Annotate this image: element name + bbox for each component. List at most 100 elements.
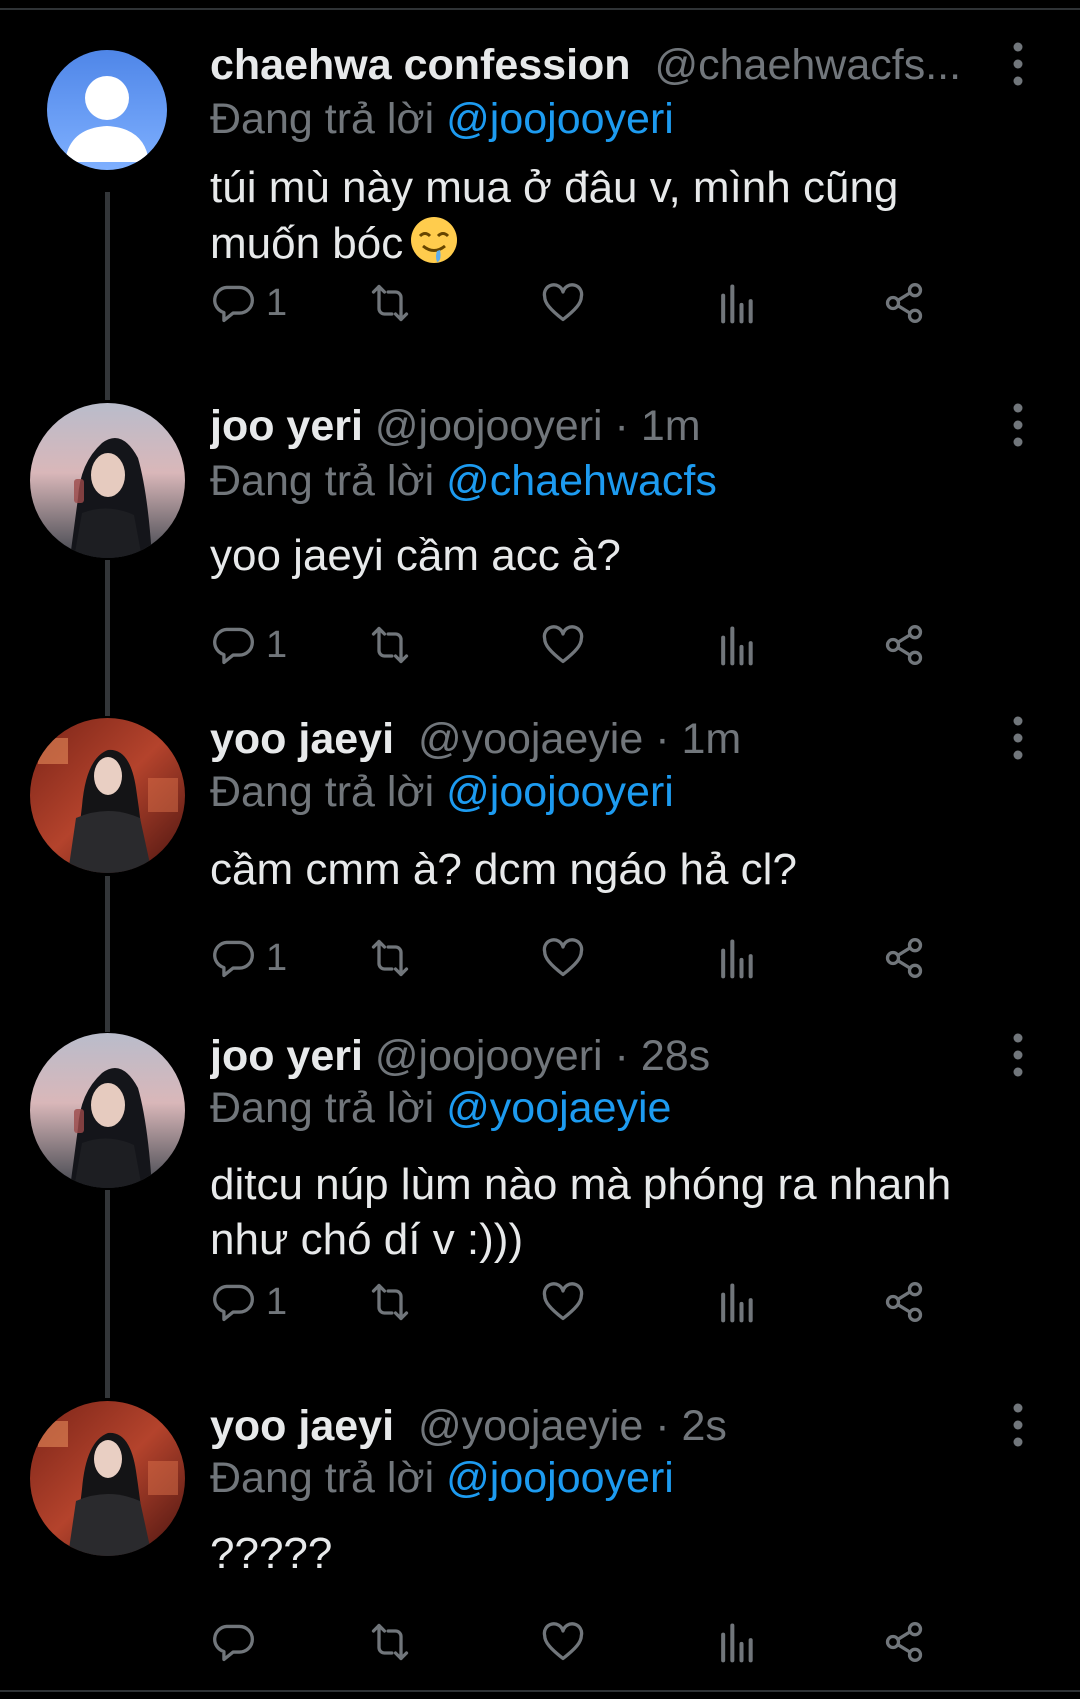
mention-link[interactable]: @joojooyeri bbox=[446, 768, 674, 816]
user-handle[interactable]: @yoojaeyie bbox=[418, 1402, 643, 1450]
tweet-actions: 1 bbox=[212, 273, 1012, 333]
retweet-button[interactable] bbox=[366, 1612, 414, 1672]
avatar[interactable] bbox=[30, 1401, 185, 1556]
mention-link[interactable]: @chaehwacfs bbox=[446, 457, 717, 505]
tweet-text: yoo jaeyi cầm acc à? bbox=[210, 528, 1010, 583]
avatar[interactable] bbox=[30, 403, 185, 558]
user-handle[interactable]: @chaehwacfs... bbox=[654, 41, 961, 89]
separator-dot: · bbox=[655, 1402, 670, 1450]
tweet-text-line: yoo jaeyi cầm acc à? bbox=[210, 531, 621, 580]
tweet-text-line: ????? bbox=[210, 1529, 333, 1578]
replying-to-label: Đang trả lời bbox=[210, 1084, 435, 1132]
like-button[interactable] bbox=[540, 273, 586, 333]
default-avatar-icon bbox=[47, 50, 167, 170]
heart-icon bbox=[542, 1622, 584, 1661]
views-button[interactable] bbox=[716, 615, 756, 675]
retweet-button[interactable] bbox=[366, 615, 414, 675]
display-name[interactable]: chaehwa confession bbox=[210, 41, 631, 89]
reply-thread: chaehwa confession @chaehwacfs... Đang t… bbox=[0, 0, 1080, 1699]
bar-chart-icon bbox=[721, 1283, 753, 1323]
drooling-face-emoji-icon bbox=[409, 215, 459, 278]
avatar[interactable] bbox=[30, 718, 185, 873]
heart-icon bbox=[542, 938, 584, 977]
display-name[interactable]: yoo jaeyi bbox=[210, 1402, 394, 1450]
user-handle[interactable]: @joojooyeri bbox=[375, 1032, 603, 1080]
replying-to: Đang trả lời @yoojaeyie bbox=[210, 1079, 671, 1137]
retweet-icon bbox=[371, 626, 409, 664]
tweet-header: joo yeri @joojooyeri · 1m bbox=[210, 396, 1000, 456]
timestamp[interactable]: 1m bbox=[641, 402, 701, 450]
yoo-jaeyi-avatar-photo bbox=[30, 718, 185, 873]
more-options-icon[interactable] bbox=[1003, 1398, 1033, 1454]
joo-yeri-avatar-photo bbox=[30, 403, 185, 558]
share-button[interactable] bbox=[880, 928, 928, 988]
yoo-jaeyi-avatar-photo bbox=[30, 1401, 185, 1556]
tweet-text-line: cầm cmm à? dcm ngáo hả cl? bbox=[210, 845, 797, 894]
retweet-button[interactable] bbox=[366, 928, 414, 988]
timestamp[interactable]: 1m bbox=[682, 715, 742, 763]
display-name[interactable]: joo yeri bbox=[210, 1032, 363, 1080]
retweet-icon bbox=[371, 1623, 409, 1661]
avatar[interactable] bbox=[47, 50, 167, 170]
separator-dot: · bbox=[614, 1032, 629, 1080]
more-options-icon[interactable] bbox=[1003, 711, 1033, 767]
share-button[interactable] bbox=[880, 1272, 928, 1332]
like-button[interactable] bbox=[540, 1612, 586, 1672]
mention-link[interactable]: @joojooyeri bbox=[446, 1454, 674, 1502]
retweet-button[interactable] bbox=[366, 273, 414, 333]
tweet-header: chaehwa confession @chaehwacfs... bbox=[210, 35, 1000, 95]
reply-button[interactable]: 1 bbox=[212, 273, 287, 333]
reply-button[interactable]: 1 bbox=[212, 928, 287, 988]
like-button[interactable] bbox=[540, 928, 586, 988]
user-handle[interactable]: @joojooyeri bbox=[375, 402, 603, 450]
tweet-actions: 1 bbox=[212, 615, 1012, 675]
like-button[interactable] bbox=[540, 615, 586, 675]
reply-count: 1 bbox=[266, 623, 288, 666]
like-button[interactable] bbox=[540, 1272, 586, 1332]
reply-button[interactable] bbox=[212, 1612, 266, 1672]
more-options-icon[interactable] bbox=[1003, 398, 1033, 454]
reply-count: 1 bbox=[266, 936, 288, 979]
share-button[interactable] bbox=[880, 273, 928, 333]
replying-to-label: Đang trả lời bbox=[210, 768, 435, 816]
share-button[interactable] bbox=[880, 615, 928, 675]
tweet-text-line: muốn bóc bbox=[210, 219, 404, 269]
replying-to-label: Đang trả lời bbox=[210, 1454, 435, 1502]
views-button[interactable] bbox=[716, 1612, 756, 1672]
views-button[interactable] bbox=[716, 1272, 756, 1332]
display-name[interactable]: joo yeri bbox=[210, 402, 363, 450]
mention-link[interactable]: @joojooyeri bbox=[446, 95, 674, 143]
tweet-actions bbox=[212, 1612, 1012, 1672]
tweet-actions: 1 bbox=[212, 1272, 1012, 1332]
avatar[interactable] bbox=[30, 1033, 185, 1188]
replying-to: Đang trả lời @joojooyeri bbox=[210, 1449, 674, 1507]
more-options-icon[interactable] bbox=[1003, 1028, 1033, 1084]
user-handle[interactable]: @yoojaeyie bbox=[418, 715, 643, 763]
heart-icon bbox=[542, 625, 584, 664]
more-options-icon[interactable] bbox=[1003, 37, 1033, 93]
tweet-text-line: ditcu núp lùm nào mà phóng ra nhanh bbox=[210, 1160, 952, 1209]
views-button[interactable] bbox=[716, 273, 756, 333]
retweet-icon bbox=[371, 939, 409, 977]
retweet-button[interactable] bbox=[366, 1272, 414, 1332]
reply-icon bbox=[213, 285, 254, 323]
reply-count: 1 bbox=[266, 1280, 288, 1323]
display-name[interactable]: yoo jaeyi bbox=[210, 715, 394, 763]
timestamp[interactable]: 2s bbox=[682, 1402, 727, 1450]
views-button[interactable] bbox=[716, 928, 756, 988]
replying-to: Đang trả lời @joojooyeri bbox=[210, 763, 674, 821]
timestamp[interactable]: 28s bbox=[641, 1032, 710, 1080]
share-button[interactable] bbox=[880, 1612, 928, 1672]
replying-to: Đang trả lời @joojooyeri bbox=[210, 90, 674, 148]
reply-button[interactable]: 1 bbox=[212, 1272, 287, 1332]
tweet-text: ????? bbox=[210, 1526, 1010, 1581]
reply-button[interactable]: 1 bbox=[212, 615, 287, 675]
tweet-actions: 1 bbox=[212, 928, 1012, 988]
share-icon bbox=[885, 938, 923, 978]
tweet-text: cầm cmm à? dcm ngáo hả cl? bbox=[210, 842, 1010, 897]
tweet-header: yoo jaeyi @yoojaeyie · 2s bbox=[210, 1396, 1000, 1456]
thread-connector bbox=[105, 560, 110, 716]
bottom-divider bbox=[0, 1690, 1080, 1699]
thread-connector bbox=[105, 1190, 110, 1398]
mention-link[interactable]: @yoojaeyie bbox=[446, 1084, 671, 1132]
